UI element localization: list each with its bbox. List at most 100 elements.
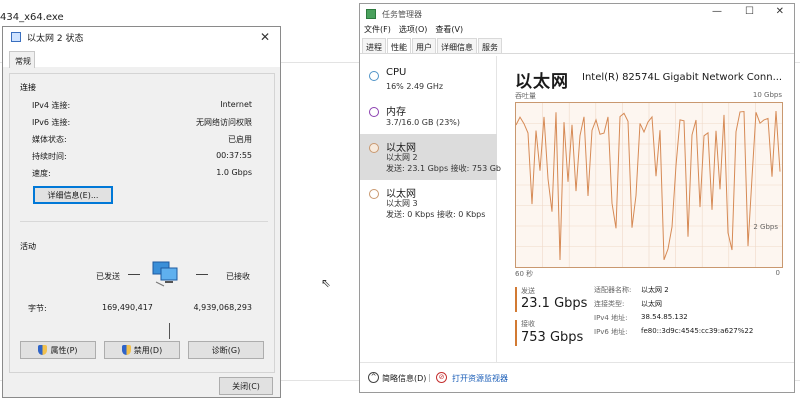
detail-value: 38.54.85.132 [641,313,688,321]
close-icon[interactable]: ✕ [260,30,270,44]
resource-name: CPU [386,67,407,78]
minimize-icon[interactable]: — [712,6,722,17]
activity-group-label: 活动 [20,242,36,251]
background-window-title: 434_x64.exe [0,12,64,23]
field-value: 无网络访问权限 [196,118,252,127]
resource-sub: 16% 2.49 GHz [386,82,444,91]
disable-button[interactable]: 禁用(D) [104,341,180,359]
disable-label: 禁用(D) [133,345,163,355]
receive-value: 753 Gbps [521,330,584,345]
resource-status-icon [369,107,379,117]
menu-file[interactable]: 文件(F) [364,24,391,38]
diagnose-button[interactable]: 诊断(G) [188,341,264,359]
received-label: 已接收 [226,272,250,281]
graph-grid [516,103,782,267]
close-button[interactable]: 关闭(C) [219,377,273,395]
dialog-title: 以太网 2 状态 [27,33,84,44]
resource-ethernet-2[interactable]: 以太网 以太网 2 发送: 23.1 Gbps 接收: 753 Gb [360,134,501,180]
menu-options[interactable]: 选项(O) [399,24,428,38]
detail-value: 以太网 2 [641,286,669,294]
panel-title: 以太网 [515,72,569,92]
graph-max-label: 10 Gbps [752,91,782,99]
send-value: 23.1 Gbps [521,296,588,311]
connection-group-label: 连接 [20,83,36,92]
tab-services[interactable]: 服务 [478,38,502,53]
received-line [196,274,208,275]
sent-label: 已发送 [96,272,120,281]
resource-monitor-icon: ⊘ [436,372,447,383]
graph-mid-label: 2 Gbps [753,223,778,231]
send-label: 发送 [521,287,535,295]
throughput-graph [515,102,783,268]
bytes-sent-value: 169,490,417 [102,303,153,312]
resource-status-icon [369,71,379,81]
open-resource-monitor-link[interactable]: 打开资源监视器 [452,373,508,384]
resource-sub: 以太网 3 [386,199,418,208]
footer-separator: | [428,373,431,382]
brief-view-link[interactable]: 简略信息(D) [382,373,426,384]
resource-status-icon [369,189,379,199]
graph-time-left: 60 秒 [515,270,534,278]
field-label: 速度: [32,169,51,178]
resource-status-icon [369,143,379,153]
resource-name: 内存 [386,107,406,118]
activity-divider [169,323,170,339]
detail-label: 连接类型: [594,300,625,308]
menu-bar: 文件(F) 选项(O) 查看(V) [360,24,794,38]
resource-sub: 3.7/16.0 GB (23%) [386,118,461,127]
bytes-received-value: 4,939,068,293 [193,303,252,312]
shield-icon [38,345,48,355]
field-value: 已启用 [228,135,252,144]
properties-label: 属性(P) [50,345,78,355]
graph-time-right: 0 [775,269,780,277]
dialog-body: 连接 IPv4 连接: Internet IPv6 连接: 无网络访问权限 媒体… [9,73,275,373]
mouse-cursor-icon: ⇖ [321,276,332,290]
maximize-icon[interactable]: ☐ [745,6,754,17]
group-divider [20,221,268,222]
resource-sub: 以太网 2 [386,153,418,162]
send-indicator [515,287,517,312]
field-label: 媒体状态: [32,135,67,144]
bytes-label: 字节: [28,304,47,313]
task-manager-window: 任务管理器 — ☐ ✕ 文件(F) 选项(O) 查看(V) 进程 性能 用户 详… [359,3,795,393]
field-label: 持续时间: [32,152,67,161]
field-value: Internet [220,100,252,109]
tab-strip: 进程 性能 用户 详细信息 服务 [360,38,794,54]
throughput-graph-svg [516,103,782,267]
sent-line [128,274,140,275]
detail-label: 适配器名称: [594,286,632,294]
resource-sub: 发送: 0 Kbps 接收: 0 Kbps [386,210,486,219]
detail-value: fe80::3d9c:4545:cc39:a627%22 [641,327,754,335]
tab-details[interactable]: 详细信息 [437,38,477,53]
resource-ethernet-3[interactable]: 以太网 以太网 3 发送: 0 Kbps 接收: 0 Kbps [360,180,497,228]
dialog-tab-strip: 常规 [3,47,280,68]
network-computers-icon [152,261,178,287]
detail-value: 以太网 [641,300,662,308]
tab-processes[interactable]: 进程 [362,38,386,53]
network-adapter-icon [11,32,21,42]
receive-indicator [515,320,517,346]
resource-sidebar: CPU 16% 2.49 GHz 内存 3.7/16.0 GB (23%) 以太… [360,56,501,362]
task-manager-title-bar[interactable]: 任务管理器 — ☐ ✕ [360,4,794,24]
receive-label: 接收 [521,320,535,328]
field-label: IPv6 连接: [32,118,71,127]
properties-button[interactable]: 属性(P) [20,341,96,359]
tab-performance[interactable]: 性能 [387,38,411,53]
field-value: 00:37:55 [216,151,252,160]
chevron-up-icon[interactable]: ^ [368,372,379,383]
menu-view[interactable]: 查看(V) [435,24,463,38]
shield-icon [121,345,131,355]
dialog-title-bar[interactable]: 以太网 2 状态 ✕ [3,27,280,47]
tab-general[interactable]: 常规 [9,51,35,68]
field-label: IPv4 连接: [32,101,71,110]
throughput-label: 吞吐量 [515,92,536,100]
field-value: 1.0 Gbps [216,168,252,177]
task-manager-icon [366,9,376,19]
task-manager-title: 任务管理器 [382,9,422,19]
tab-users[interactable]: 用户 [412,38,436,53]
details-button[interactable]: 详细信息(E)... [33,186,113,204]
ethernet-status-dialog: 以太网 2 状态 ✕ 常规 连接 IPv4 连接: Internet IPv6 … [2,26,281,398]
close-icon[interactable]: ✕ [776,6,784,17]
adapter-name: Intel(R) 82574L Gigabit Network Conn... [582,72,783,83]
detail-label: IPv4 地址: [594,314,628,322]
